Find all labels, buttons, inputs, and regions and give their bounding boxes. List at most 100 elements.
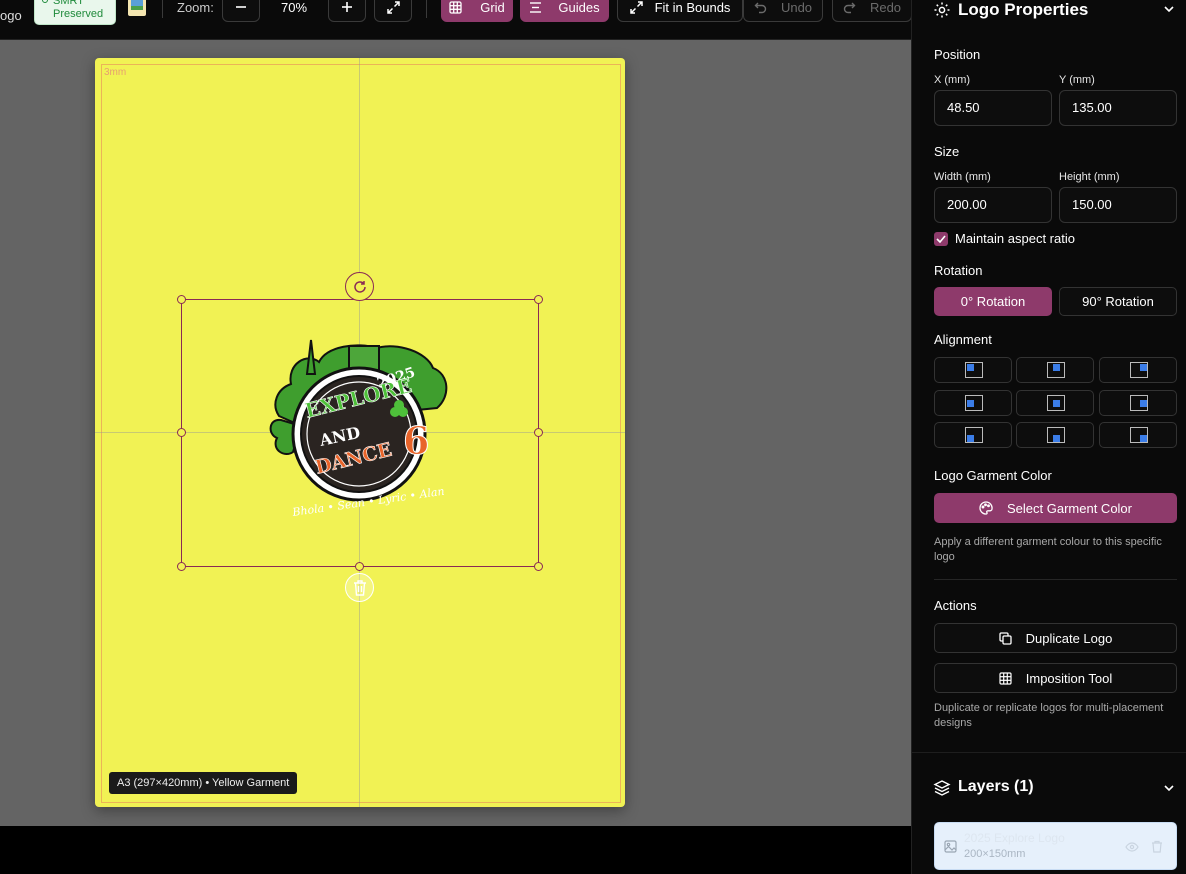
align-middle-right-button[interactable] <box>1099 390 1177 416</box>
width-input[interactable]: 200.00 <box>934 187 1052 223</box>
rotation-0-button[interactable]: 0° Rotation <box>934 287 1052 316</box>
section-divider <box>912 752 1186 753</box>
copy-icon <box>998 631 1012 645</box>
height-label: Height (mm) <box>1059 171 1120 183</box>
selection-box[interactable] <box>181 299 539 567</box>
badge-line-2: Preserved <box>53 8 104 20</box>
align-middle-right-icon <box>1130 395 1148 411</box>
rotation-90-label: 90° Rotation <box>1082 294 1154 309</box>
align-top-left-button[interactable] <box>934 357 1012 383</box>
guides-label: Guides <box>558 0 600 15</box>
resize-handle-top-left[interactable] <box>177 295 186 304</box>
fullscreen-button[interactable] <box>374 0 412 22</box>
artboard-size-label: A3 (297×420mm) • Yellow Garment <box>109 772 298 794</box>
smart-preserved-badge: SMRT Preserved <box>34 0 116 25</box>
expand-icon <box>629 0 643 14</box>
badge-line-1: SMRT <box>53 0 84 7</box>
layer-name: 2025 Explore Logo <box>964 831 1065 845</box>
align-bottom-right-button[interactable] <box>1099 422 1177 448</box>
delete-logo-handle[interactable] <box>345 573 374 602</box>
rotate-icon <box>353 280 366 293</box>
redo-icon <box>843 2 856 13</box>
align-top-center-icon <box>1047 362 1065 378</box>
minus-icon <box>236 6 246 8</box>
canvas-footer <box>0 826 911 874</box>
check-icon <box>936 235 946 243</box>
toolbar-divider <box>426 0 427 18</box>
align-top-center-button[interactable] <box>1016 357 1094 383</box>
layers-title: Layers (1) <box>958 778 1034 795</box>
undo-button[interactable]: Undo <box>743 0 823 22</box>
width-label: Width (mm) <box>934 171 991 183</box>
height-input[interactable]: 150.00 <box>1059 187 1177 223</box>
y-label: Y (mm) <box>1059 74 1095 86</box>
align-middle-left-button[interactable] <box>934 390 1012 416</box>
select-garment-color-label: Select Garment Color <box>1007 500 1132 516</box>
position-title: Position <box>934 47 981 62</box>
align-center-icon <box>1047 395 1065 411</box>
undo-icon <box>754 2 767 13</box>
redo-button[interactable]: Redo <box>832 0 912 22</box>
layer-item[interactable]: 2025 Explore Logo 200×150mm <box>934 822 1177 870</box>
rotate-handle[interactable] <box>345 272 374 301</box>
align-top-left-icon <box>965 362 983 378</box>
x-position-input[interactable]: 48.50 <box>934 90 1052 126</box>
image-icon <box>944 840 957 853</box>
grid-icon <box>999 671 1012 685</box>
resize-handle-bottom-center[interactable] <box>355 562 364 571</box>
zoom-in-button[interactable] <box>328 0 366 22</box>
eye-icon[interactable] <box>1125 842 1139 852</box>
align-center-button[interactable] <box>1016 390 1094 416</box>
bleed-label: 3mm <box>104 67 127 78</box>
align-top-right-button[interactable] <box>1099 357 1177 383</box>
panel-title: Logo Properties <box>958 0 1089 19</box>
garment-color-title: Logo Garment Color <box>934 468 1052 483</box>
select-garment-color-button[interactable]: Select Garment Color <box>934 493 1177 523</box>
layer-size: 200×150mm <box>964 848 1026 860</box>
file-name: ogo <box>0 8 22 23</box>
resize-handle-middle-right[interactable] <box>534 428 543 437</box>
undo-label: Undo <box>780 0 813 15</box>
actions-hint: Duplicate or replicate logos for multi-p… <box>934 702 1164 729</box>
trash-icon[interactable] <box>1151 840 1163 853</box>
resize-handle-bottom-left[interactable] <box>177 562 186 571</box>
properties-panel: Logo Properties Position X (mm) Y (mm) 4… <box>911 0 1186 874</box>
resize-handle-top-right[interactable] <box>534 295 543 304</box>
image-thumbnail-icon[interactable] <box>128 0 146 16</box>
resize-handle-middle-left[interactable] <box>177 428 186 437</box>
duplicate-logo-label: Duplicate Logo <box>1025 630 1113 646</box>
zoom-out-button[interactable] <box>222 0 260 22</box>
align-bottom-left-button[interactable] <box>934 422 1012 448</box>
align-bottom-center-button[interactable] <box>1016 422 1094 448</box>
guides-icon <box>530 1 542 13</box>
rotation-title: Rotation <box>934 263 983 278</box>
align-bottom-right-icon <box>1130 427 1148 443</box>
rotation-0-label: 0° Rotation <box>960 294 1026 309</box>
fit-in-bounds-button[interactable]: Fit in Bounds <box>617 0 743 22</box>
align-bottom-left-icon <box>965 427 983 443</box>
y-position-input[interactable]: 135.00 <box>1059 90 1177 126</box>
design-canvas[interactable]: 3mm 2025 EXPLORE AND DANCE 6 Bhola • Sea… <box>0 40 911 826</box>
aspect-ratio-label[interactable]: Maintain aspect ratio <box>955 231 1075 246</box>
chevron-down-icon[interactable] <box>1163 4 1175 14</box>
fit-label: Fit in Bounds <box>654 0 731 15</box>
rotation-90-button[interactable]: 90° Rotation <box>1059 287 1177 316</box>
chevron-down-icon[interactable] <box>1163 783 1175 793</box>
grid-icon <box>449 0 462 14</box>
duplicate-logo-button[interactable]: Duplicate Logo <box>934 623 1177 653</box>
imposition-tool-button[interactable]: Imposition Tool <box>934 663 1177 693</box>
garment-artboard[interactable]: 3mm 2025 EXPLORE AND DANCE 6 Bhola • Sea… <box>95 58 625 807</box>
grid-toggle-button[interactable]: Grid <box>441 0 513 22</box>
actions-title: Actions <box>934 598 977 613</box>
resize-handle-bottom-right[interactable] <box>534 562 543 571</box>
guides-toggle-button[interactable]: Guides <box>520 0 609 22</box>
palette-icon <box>979 501 993 515</box>
alignment-title: Alignment <box>934 332 992 347</box>
plus-icon <box>342 2 352 12</box>
section-divider <box>934 579 1177 580</box>
aspect-ratio-checkbox[interactable] <box>934 232 948 246</box>
imposition-tool-label: Imposition Tool <box>1025 670 1113 686</box>
x-label: X (mm) <box>934 74 971 86</box>
gear-icon <box>934 2 950 18</box>
layers-icon <box>933 780 951 796</box>
